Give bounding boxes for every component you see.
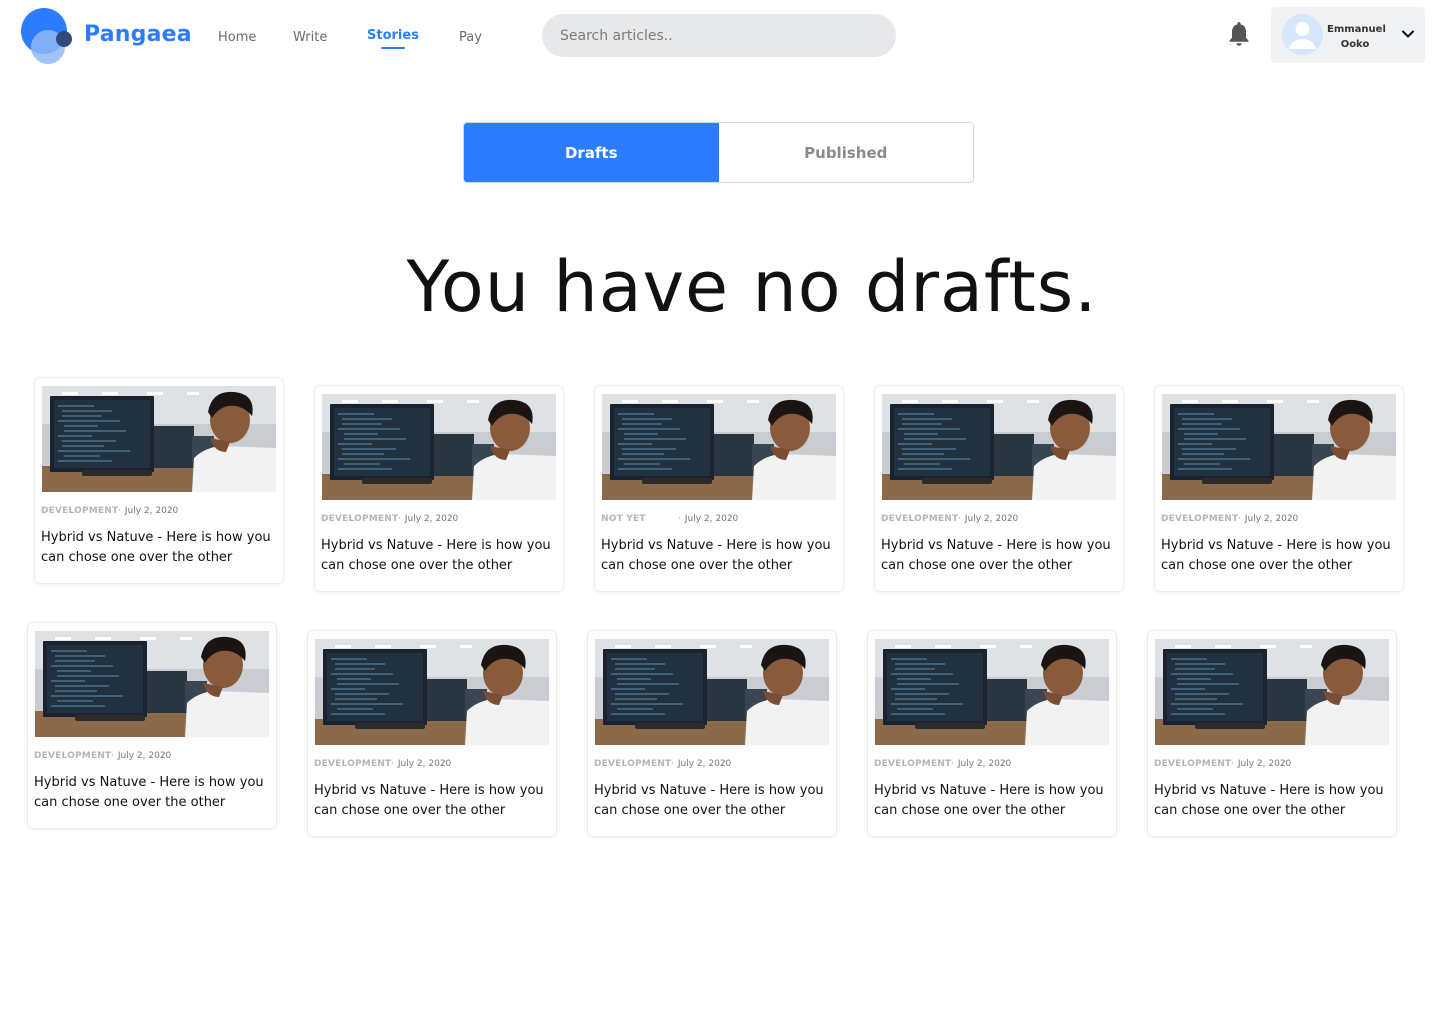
meta-separator: ·	[118, 506, 121, 516]
tab-published[interactable]: Published	[718, 123, 973, 182]
story-date: July 2, 2020	[1237, 759, 1292, 769]
empty-state-message: You have no drafts.	[406, 246, 1098, 328]
story-card[interactable]: DEVELOPMENT· July 2, 2020 Hybrid vs Natuve…	[1147, 630, 1397, 837]
story-meta: DEVELOPMENT· July 2, 2020	[874, 759, 1011, 769]
story-meta: DEVELOPMENT· July 2, 2020	[1161, 514, 1298, 524]
nav-stories[interactable]: Stories	[367, 28, 419, 49]
story-card[interactable]: DEVELOPMENT· July 2, 2020 Hybrid vs Natuve…	[874, 385, 1124, 592]
brand-name[interactable]: Pangaea	[84, 22, 192, 47]
story-thumbnail	[42, 386, 276, 492]
story-card[interactable]: DEVELOPMENT· July 2, 2020 Hybrid vs Natuve…	[1154, 385, 1404, 592]
story-thumbnail	[875, 639, 1109, 745]
story-date: July 2, 2020	[1244, 514, 1299, 524]
story-title: Hybrid vs Natuve - Here is how you can c…	[881, 538, 1111, 573]
story-date: July 2, 2020	[957, 759, 1012, 769]
story-meta: NOT YET · July 2, 2020	[601, 514, 738, 524]
story-thumbnail	[315, 639, 549, 745]
meta-separator: ·	[671, 759, 674, 769]
story-title: Hybrid vs Natuve - Here is how you can c…	[41, 530, 271, 565]
story-category: NOT YET	[601, 514, 646, 524]
story-thumbnail	[35, 631, 269, 737]
story-title: Hybrid vs Natuve - Here is how you can c…	[1161, 538, 1391, 573]
brand-logo[interactable]	[21, 8, 75, 64]
user-name: Emmanuel Ooko	[1327, 22, 1386, 52]
story-category: DEVELOPMENT	[41, 506, 119, 516]
search-input[interactable]	[542, 14, 896, 57]
story-thumbnail	[882, 394, 1116, 500]
meta-separator: ·	[951, 759, 954, 769]
story-card[interactable]: NOT YET · July 2, 2020 Hybrid vs Natuve - H…	[594, 385, 844, 592]
story-thumbnail	[1155, 639, 1389, 745]
user-last-name: Ooko	[1340, 39, 1370, 50]
story-date: July 2, 2020	[964, 514, 1019, 524]
story-title: Hybrid vs Natuve - Here is how you can c…	[594, 783, 824, 818]
tab-drafts[interactable]: Drafts	[464, 123, 719, 182]
meta-separator: ·	[1238, 514, 1241, 524]
story-card[interactable]: DEVELOPMENT· July 2, 2020 Hybrid vs Natuve…	[27, 622, 277, 829]
story-category: DEVELOPMENT	[1154, 759, 1232, 769]
meta-separator: ·	[398, 514, 401, 524]
story-card[interactable]: DEVELOPMENT· July 2, 2020 Hybrid vs Natuve…	[587, 630, 837, 837]
story-date: July 2, 2020	[124, 506, 179, 516]
user-first-name: Emmanuel	[1327, 24, 1386, 35]
story-card[interactable]: DEVELOPMENT· July 2, 2020 Hybrid vs Natuve…	[307, 630, 557, 837]
meta-separator: ·	[678, 514, 681, 524]
story-title: Hybrid vs Natuve - Here is how you can c…	[321, 538, 551, 573]
story-meta: DEVELOPMENT· July 2, 2020	[594, 759, 731, 769]
story-title: Hybrid vs Natuve - Here is how you can c…	[314, 783, 544, 818]
story-date: July 2, 2020	[677, 759, 732, 769]
story-card[interactable]: DEVELOPMENT· July 2, 2020 Hybrid vs Natuve…	[314, 385, 564, 592]
story-meta: DEVELOPMENT· July 2, 2020	[321, 514, 458, 524]
story-title: Hybrid vs Natuve - Here is how you can c…	[1154, 783, 1384, 818]
story-title: Hybrid vs Natuve - Here is how you can c…	[601, 538, 831, 573]
story-date: July 2, 2020	[117, 751, 172, 761]
story-category: DEVELOPMENT	[314, 759, 392, 769]
user-menu[interactable]: Emmanuel Ooko	[1271, 7, 1425, 63]
nav-pay[interactable]: Pay	[459, 30, 482, 45]
story-meta: DEVELOPMENT· July 2, 2020	[881, 514, 1018, 524]
story-meta: DEVELOPMENT· July 2, 2020	[1154, 759, 1291, 769]
meta-separator: ·	[391, 759, 394, 769]
story-meta: DEVELOPMENT· July 2, 2020	[34, 751, 171, 761]
story-thumbnail	[322, 394, 556, 500]
story-category: DEVELOPMENT	[34, 751, 112, 761]
story-date: July 2, 2020	[397, 759, 452, 769]
meta-separator: ·	[958, 514, 961, 524]
story-card[interactable]: DEVELOPMENT· July 2, 2020 Hybrid vs Natuve…	[867, 630, 1117, 837]
story-title: Hybrid vs Natuve - Here is how you can c…	[874, 783, 1104, 818]
story-thumbnail	[602, 394, 836, 500]
meta-separator: ·	[1231, 759, 1234, 769]
story-title: Hybrid vs Natuve - Here is how you can c…	[34, 775, 264, 810]
nav-home[interactable]: Home	[218, 30, 256, 45]
story-category: DEVELOPMENT	[1161, 514, 1239, 524]
nav-write[interactable]: Write	[293, 30, 327, 45]
story-thumbnail	[595, 639, 829, 745]
story-category: DEVELOPMENT	[321, 514, 399, 524]
story-thumbnail	[1162, 394, 1396, 500]
chevron-down-icon[interactable]	[1401, 27, 1415, 41]
story-category: DEVELOPMENT	[594, 759, 672, 769]
story-date: July 2, 2020	[684, 514, 739, 524]
meta-separator: ·	[111, 751, 114, 761]
story-tabs: Drafts Published	[463, 122, 974, 183]
story-meta: DEVELOPMENT· July 2, 2020	[314, 759, 451, 769]
bell-icon[interactable]	[1227, 20, 1251, 48]
story-category: DEVELOPMENT	[874, 759, 952, 769]
avatar	[1282, 14, 1323, 55]
story-date: July 2, 2020	[404, 514, 459, 524]
story-card[interactable]: DEVELOPMENT· July 2, 2020 Hybrid vs Natuve…	[34, 377, 284, 584]
story-category: DEVELOPMENT	[881, 514, 959, 524]
story-meta: DEVELOPMENT· July 2, 2020	[41, 506, 178, 516]
